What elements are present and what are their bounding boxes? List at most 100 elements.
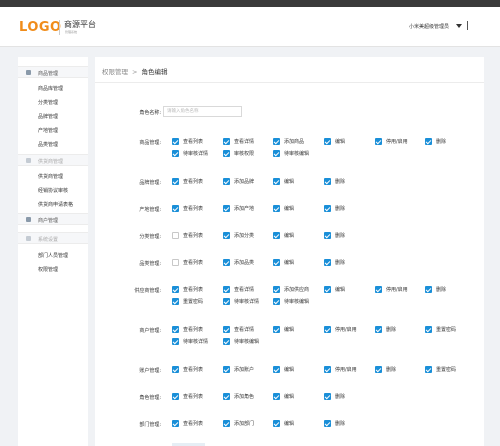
permission-checkbox[interactable]: 编辑 <box>273 366 294 373</box>
permission-checkbox[interactable]: 查看列表 <box>172 259 203 266</box>
checkbox-checked-icon[interactable] <box>324 366 331 373</box>
checkbox-empty-icon[interactable] <box>172 232 179 239</box>
checkbox-checked-icon[interactable] <box>223 393 230 400</box>
sidebar-section-suppliers[interactable]: 供货商管理 <box>18 154 88 166</box>
checkbox-checked-icon[interactable] <box>273 232 280 239</box>
permission-checkbox[interactable]: 停用/启用 <box>324 366 357 373</box>
checkbox-empty-icon[interactable] <box>172 259 179 266</box>
user-menu[interactable]: 小米美超级管理员 <box>409 23 449 30</box>
checkbox-checked-icon[interactable] <box>273 420 280 427</box>
breadcrumb-parent[interactable]: 权限管理 <box>102 68 128 76</box>
permission-checkbox[interactable]: 查看列表 <box>172 286 203 293</box>
checkbox-checked-icon[interactable] <box>425 286 432 293</box>
checkbox-checked-icon[interactable] <box>223 138 230 145</box>
checkbox-checked-icon[interactable] <box>425 138 432 145</box>
checkbox-checked-icon[interactable] <box>223 232 230 239</box>
checkbox-checked-icon[interactable] <box>324 259 331 266</box>
checkbox-checked-icon[interactable] <box>273 366 280 373</box>
permission-checkbox[interactable]: 删除 <box>375 326 396 333</box>
checkbox-checked-icon[interactable] <box>172 326 179 333</box>
checkbox-checked-icon[interactable] <box>273 178 280 185</box>
permission-checkbox[interactable]: 查看列表 <box>172 366 203 373</box>
checkbox-checked-icon[interactable] <box>223 178 230 185</box>
permission-checkbox[interactable]: 编辑 <box>273 205 294 212</box>
checkbox-checked-icon[interactable] <box>172 286 179 293</box>
sidebar-section-merchants[interactable]: 商户管理 <box>18 213 88 225</box>
checkbox-checked-icon[interactable] <box>223 205 230 212</box>
checkbox-checked-icon[interactable] <box>324 286 331 293</box>
checkbox-checked-icon[interactable] <box>324 178 331 185</box>
permission-checkbox[interactable]: 删除 <box>324 393 345 400</box>
permission-checkbox[interactable]: 删除 <box>425 286 446 293</box>
permission-checkbox[interactable]: 查看列表 <box>172 205 203 212</box>
checkbox-checked-icon[interactable] <box>375 286 382 293</box>
checkbox-checked-icon[interactable] <box>223 259 230 266</box>
checkbox-checked-icon[interactable] <box>223 150 230 157</box>
permission-checkbox[interactable]: 删除 <box>324 178 345 185</box>
role-name-input[interactable] <box>163 106 242 117</box>
permission-checkbox[interactable]: 查看列表 <box>172 178 203 185</box>
permission-checkbox[interactable]: 待审核详情 <box>223 298 259 305</box>
permission-checkbox[interactable]: 审核权限 <box>223 150 254 157</box>
checkbox-checked-icon[interactable] <box>273 393 280 400</box>
checkbox-checked-icon[interactable] <box>223 366 230 373</box>
checkbox-checked-icon[interactable] <box>324 232 331 239</box>
sidebar-item-agreement-review[interactable]: 经销协议审核 <box>38 187 68 194</box>
permission-checkbox[interactable]: 查看列表 <box>172 326 203 333</box>
checkbox-checked-icon[interactable] <box>172 138 179 145</box>
permission-checkbox[interactable]: 添加供应商 <box>273 286 309 293</box>
checkbox-checked-icon[interactable] <box>223 298 230 305</box>
checkbox-checked-icon[interactable] <box>172 205 179 212</box>
checkbox-checked-icon[interactable] <box>273 150 280 157</box>
permission-checkbox[interactable]: 添加品牌 <box>223 178 254 185</box>
checkbox-checked-icon[interactable] <box>223 420 230 427</box>
checkbox-checked-icon[interactable] <box>273 138 280 145</box>
permission-checkbox[interactable]: 查看详情 <box>223 326 254 333</box>
checkbox-checked-icon[interactable] <box>324 138 331 145</box>
permission-checkbox[interactable]: 编辑 <box>273 393 294 400</box>
checkbox-checked-icon[interactable] <box>324 326 331 333</box>
sidebar-item-brand[interactable]: 品牌管理 <box>38 113 58 120</box>
permission-checkbox[interactable]: 添加部门 <box>223 420 254 427</box>
permission-checkbox[interactable]: 停用/启用 <box>375 286 408 293</box>
permission-checkbox[interactable]: 查看详情 <box>223 138 254 145</box>
sidebar-item-product-library[interactable]: 商品库管理 <box>38 85 63 92</box>
checkbox-checked-icon[interactable] <box>172 298 179 305</box>
permission-checkbox[interactable]: 重置密码 <box>172 298 203 305</box>
sidebar-item-staff[interactable]: 部门人员管理 <box>38 252 68 259</box>
checkbox-checked-icon[interactable] <box>223 326 230 333</box>
sidebar-item-origin[interactable]: 产地管理 <box>38 127 58 134</box>
permission-checkbox[interactable]: 编辑 <box>273 326 294 333</box>
permission-checkbox[interactable]: 编辑 <box>273 232 294 239</box>
chevron-down-icon[interactable] <box>456 24 462 28</box>
sidebar-item-supplier-applications[interactable]: 供货商申请表格 <box>38 201 73 208</box>
checkbox-checked-icon[interactable] <box>223 286 230 293</box>
permission-checkbox[interactable]: 添加角色 <box>223 393 254 400</box>
permission-checkbox[interactable]: 重置密码 <box>425 326 456 333</box>
permission-checkbox[interactable]: 编辑 <box>273 420 294 427</box>
checkbox-checked-icon[interactable] <box>375 366 382 373</box>
permission-checkbox[interactable]: 删除 <box>324 420 345 427</box>
checkbox-checked-icon[interactable] <box>172 178 179 185</box>
checkbox-checked-icon[interactable] <box>324 393 331 400</box>
permission-checkbox[interactable]: 待审核编辑 <box>273 298 309 305</box>
sidebar-item-supplier-mgmt[interactable]: 供货商管理 <box>38 173 63 180</box>
checkbox-checked-icon[interactable] <box>273 298 280 305</box>
permission-checkbox[interactable]: 停用/启用 <box>324 326 357 333</box>
permission-checkbox[interactable]: 删除 <box>324 232 345 239</box>
permission-checkbox[interactable]: 删除 <box>324 259 345 266</box>
permission-checkbox[interactable]: 重置密码 <box>425 366 456 373</box>
checkbox-checked-icon[interactable] <box>172 366 179 373</box>
checkbox-checked-icon[interactable] <box>375 326 382 333</box>
checkbox-checked-icon[interactable] <box>324 205 331 212</box>
checkbox-checked-icon[interactable] <box>172 393 179 400</box>
permission-checkbox[interactable]: 待审核详情 <box>172 150 208 157</box>
checkbox-checked-icon[interactable] <box>273 286 280 293</box>
permission-checkbox[interactable]: 添加分类 <box>223 232 254 239</box>
checkbox-checked-icon[interactable] <box>375 138 382 145</box>
sidebar-section-products[interactable]: 商品管理 <box>18 66 88 78</box>
permission-checkbox[interactable]: 编辑 <box>324 286 345 293</box>
permission-checkbox[interactable]: 添加产地 <box>223 205 254 212</box>
permission-checkbox[interactable]: 查看详情 <box>223 286 254 293</box>
permission-checkbox[interactable]: 查看列表 <box>172 420 203 427</box>
